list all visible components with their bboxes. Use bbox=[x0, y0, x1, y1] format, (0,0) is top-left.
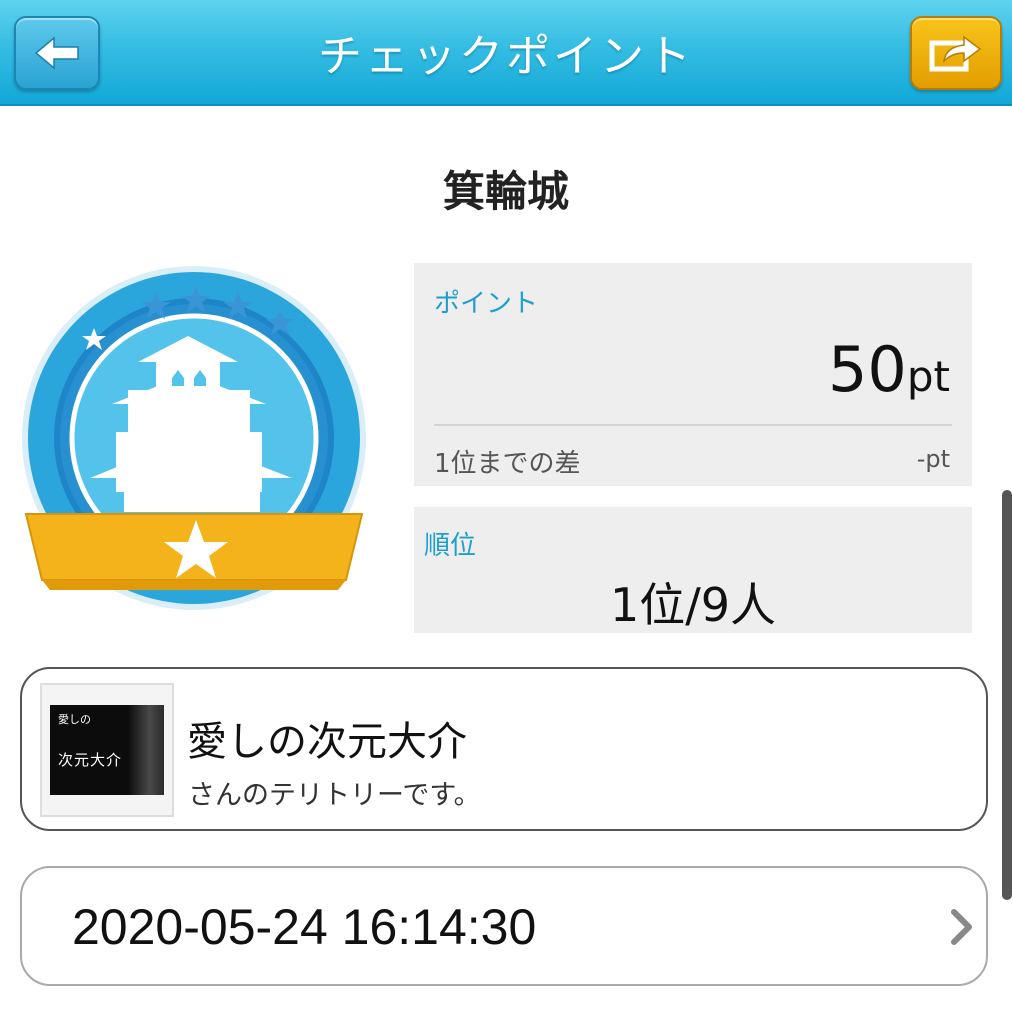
share-icon bbox=[929, 35, 982, 72]
avatar-text-small: 愛しの bbox=[58, 713, 91, 726]
points-number: 50 bbox=[827, 333, 907, 406]
territory-owner-card[interactable]: 愛しの 次元大介 愛しの次元大介 さんのテリトリーです。 bbox=[20, 667, 988, 831]
chevron-right-icon bbox=[951, 909, 972, 945]
share-button[interactable] bbox=[910, 16, 1002, 90]
checkpoint-name: 箕輪城 bbox=[442, 167, 569, 216]
gap-to-first-label: 1位までの差 bbox=[434, 449, 581, 479]
rank-panel: 順位 1位/9人 bbox=[414, 507, 972, 633]
castle-badge-icon bbox=[22, 266, 366, 610]
rank-value: 1位/9人 bbox=[609, 578, 777, 632]
owner-avatar[interactable]: 愛しの 次元大介 bbox=[40, 683, 174, 817]
points-value: 50pt bbox=[828, 333, 950, 406]
divider bbox=[434, 424, 952, 426]
avatar-image: 愛しの 次元大介 bbox=[50, 705, 164, 795]
app-header: チェックポイント bbox=[0, 0, 1012, 106]
points-panel: ポイント 50pt 1位までの差 -pt bbox=[414, 263, 972, 486]
avatar-text-big: 次元大介 bbox=[58, 751, 123, 769]
checkin-history-row[interactable]: 2020-05-24 16:14:30 bbox=[20, 866, 988, 986]
points-unit: pt bbox=[906, 352, 950, 401]
owner-territory-text: さんのテリトリーです。 bbox=[188, 780, 481, 811]
gap-to-first-value: -pt bbox=[916, 445, 950, 473]
checkin-datetime: 2020-05-24 16:14:30 bbox=[72, 899, 537, 955]
avatar-shade bbox=[128, 705, 164, 795]
page-title: チェックポイント bbox=[318, 31, 694, 82]
owner-name: 愛しの次元大介 bbox=[187, 719, 467, 765]
points-label: ポイント bbox=[434, 289, 539, 319]
scrollbar[interactable] bbox=[1002, 490, 1012, 900]
rank-label: 順位 bbox=[424, 531, 477, 561]
